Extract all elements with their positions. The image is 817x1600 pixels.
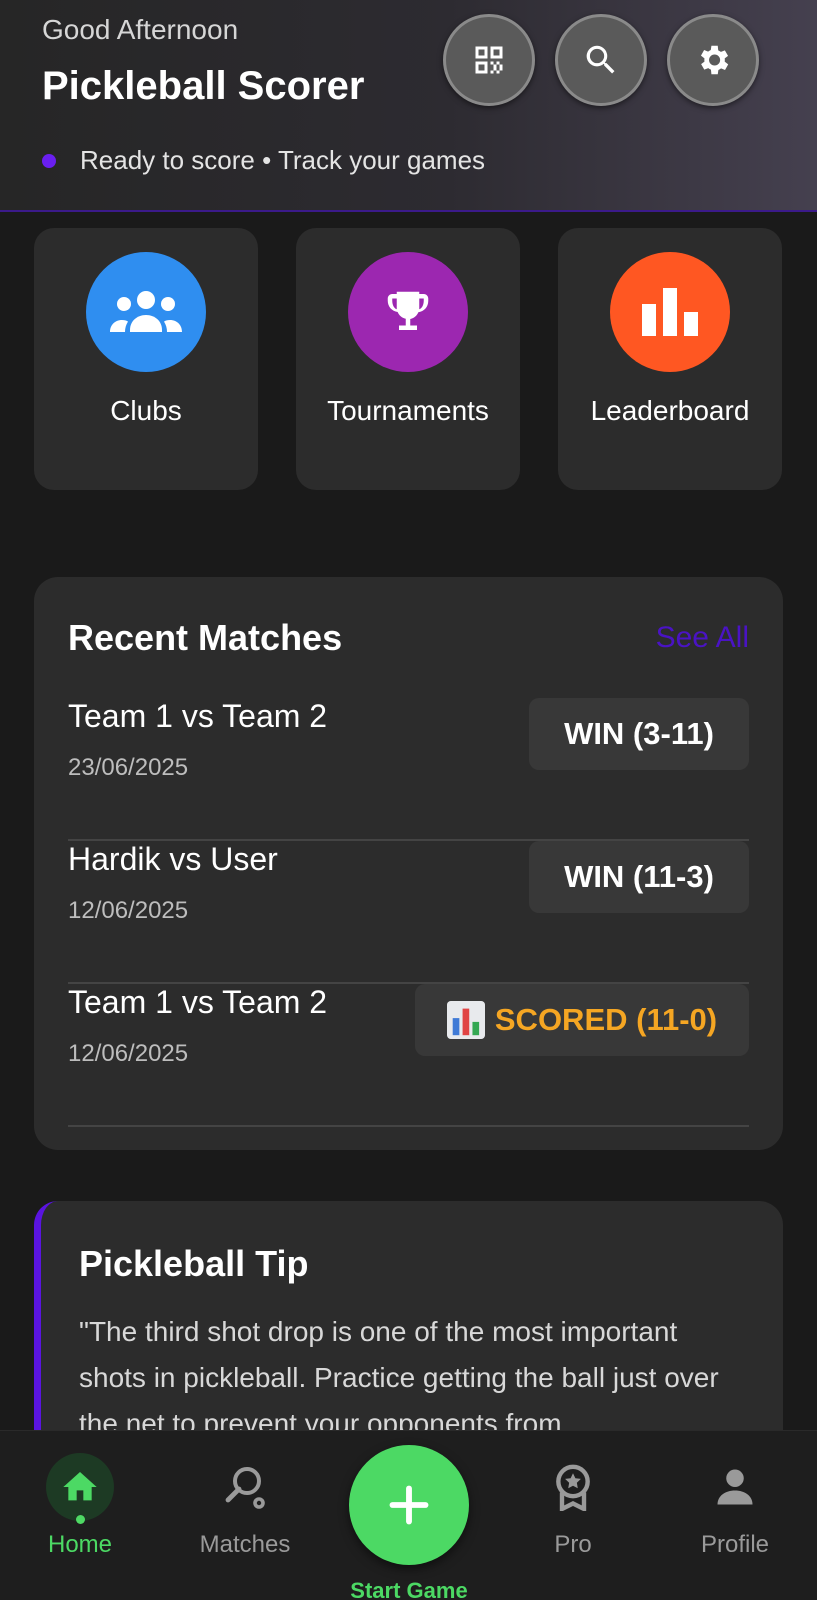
search-icon [586, 45, 615, 74]
clubs-label: Clubs [110, 395, 182, 426]
nav-label: Pro [554, 1531, 592, 1558]
group-icon [110, 291, 182, 332]
result-badge: SCORED (11-0) [415, 984, 749, 1056]
match-row[interactable]: Team 1 vs Team 2 23/06/2025 WIN (3-11) [68, 698, 749, 841]
match-name: Team 1 vs Team 2 [68, 698, 328, 734]
see-all-link[interactable]: See All [656, 621, 749, 655]
recent-matches-title: Recent Matches [68, 617, 343, 658]
leaderboard-circle [610, 252, 730, 372]
plus-icon [389, 1485, 429, 1525]
result-badge: WIN (11-3) [529, 841, 749, 913]
app-title: Pickleball Scorer [42, 64, 365, 108]
home-icon-wrap [46, 1453, 114, 1521]
start-game-label: Start Game [350, 1578, 468, 1600]
person-icon [717, 1469, 753, 1505]
match-date: 23/06/2025 [68, 754, 189, 781]
gear-icon [700, 45, 729, 75]
nav-item-profile[interactable]: Profile [655, 1431, 815, 1600]
greeting-text: Good Afternoon [42, 14, 239, 45]
app-header: Good Afternoon Pickleball Scorer Ready t… [0, 0, 817, 212]
clubs-tile[interactable]: Clubs [34, 228, 258, 490]
award-icon-wrap [539, 1453, 607, 1521]
match-name: Hardik vs User [68, 841, 278, 877]
result-text: SCORED (11-0) [494, 1002, 718, 1037]
bar-chart-icon [642, 288, 698, 336]
nav-label: Matches [199, 1531, 291, 1558]
result-badge: WIN (3-11) [529, 698, 749, 770]
status-text: Ready to score • Track your games [80, 145, 486, 175]
tournaments-label: Tournaments [327, 395, 489, 426]
nav-item-matches[interactable]: Matches [165, 1431, 325, 1600]
match-row[interactable]: Team 1 vs Team 2 12/06/2025 SCORED (11-0… [68, 984, 749, 1127]
match-date: 12/06/2025 [68, 897, 189, 924]
tournaments-tile[interactable]: Tournaments [296, 228, 520, 490]
match-name: Team 1 vs Team 2 [68, 984, 328, 1020]
nav-item-home[interactable]: Home [0, 1431, 160, 1600]
home-icon [63, 1472, 97, 1501]
nav-label: Profile [700, 1531, 770, 1558]
clubs-circle [86, 252, 206, 372]
qr-code-icon [475, 46, 503, 74]
recent-matches-card: Recent Matches See All Team 1 vs Team 2 … [34, 577, 783, 1150]
search-button[interactable] [555, 14, 647, 106]
start-game-button[interactable] [349, 1445, 469, 1565]
result-text: WIN (3-11) [564, 716, 714, 751]
match-date: 12/06/2025 [68, 1040, 189, 1067]
paddle-icon [225, 1467, 265, 1509]
leaderboard-label: Leaderboard [590, 395, 750, 426]
tip-text: "The third shot drop is one of the most … [79, 1316, 719, 1439]
person-icon-wrap [701, 1453, 769, 1521]
tournaments-circle [348, 252, 468, 372]
nav-item-pro[interactable]: Pro [493, 1431, 653, 1600]
tip-title: Pickleball Tip [79, 1243, 309, 1284]
settings-button[interactable] [667, 14, 759, 106]
status-row: Ready to score • Track your games [42, 145, 485, 176]
result-text: WIN (11-3) [564, 859, 714, 894]
qr-code-button[interactable] [443, 14, 535, 106]
status-dot [42, 153, 56, 168]
bar-chart-emoji-icon [446, 1001, 485, 1039]
leaderboard-tile[interactable]: Leaderboard [558, 228, 782, 490]
award-icon [556, 1464, 590, 1511]
match-row[interactable]: Hardik vs User 12/06/2025 WIN (11-3) [68, 841, 749, 984]
nav-label: Home [47, 1531, 113, 1558]
paddle-icon-wrap [211, 1453, 279, 1521]
active-indicator [76, 1515, 85, 1524]
trophy-icon [387, 291, 429, 330]
